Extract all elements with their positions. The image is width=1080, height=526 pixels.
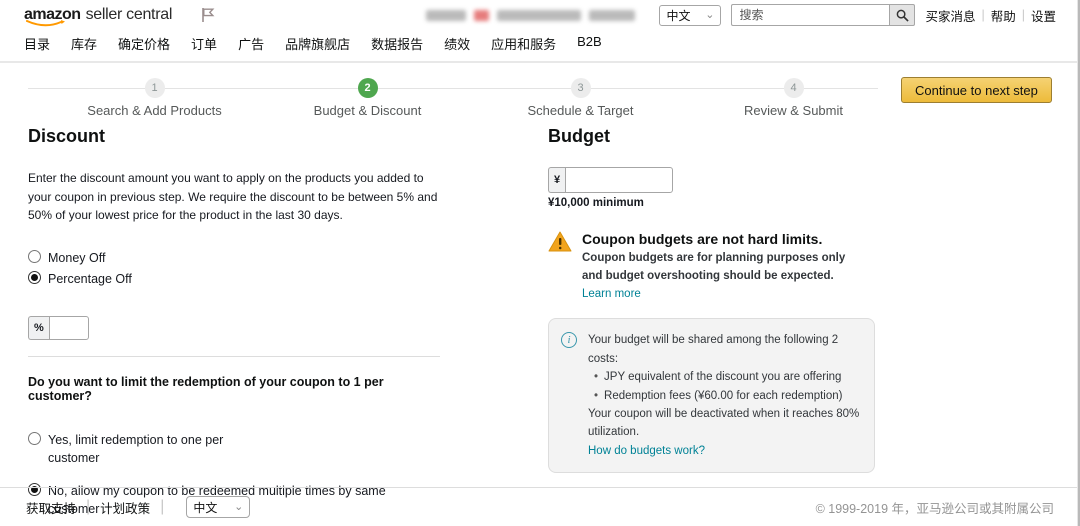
top-header: amazon seller central 中文 ⌄ bbox=[0, 0, 1080, 30]
footer: 获取支持 | 计划政策 | 中文 ⌄ © 1999-2019 年，亚马逊公司或其… bbox=[0, 487, 1080, 526]
step-budget-discount: 2 Budget & Discount bbox=[261, 78, 474, 118]
progress-steps: 1 Search & Add Products 2 Budget & Disco… bbox=[48, 78, 900, 118]
info-icon: i bbox=[561, 332, 577, 348]
search-button[interactable] bbox=[889, 4, 915, 26]
budget-title: Budget bbox=[548, 126, 875, 147]
continue-next-step-button[interactable]: Continue to next step bbox=[901, 77, 1052, 103]
nav-item-orders[interactable]: 订单 bbox=[191, 34, 217, 53]
budget-info-box: i Your budget will be shared among the f… bbox=[548, 318, 875, 473]
redacted-account-info bbox=[426, 10, 635, 21]
nav-item-stores[interactable]: 品牌旗舰店 bbox=[285, 34, 350, 53]
step-3-label: Schedule & Target bbox=[528, 103, 634, 118]
redemption-question: Do you want to limit the redemption of y… bbox=[28, 375, 448, 403]
divider: | bbox=[86, 498, 90, 516]
how-do-budgets-work-link[interactable]: How do budgets work? bbox=[588, 445, 705, 457]
section-divider bbox=[28, 356, 440, 357]
radio-limit-yes[interactable]: Yes, limit redemption to one per custome… bbox=[28, 431, 448, 467]
budget-warning: Coupon budgets are not hard limits. Coup… bbox=[548, 231, 875, 303]
warning-body: Coupon budgets are for planning purposes… bbox=[582, 250, 850, 303]
radio-icon[interactable] bbox=[28, 271, 41, 284]
nav-item-advertising[interactable]: 广告 bbox=[238, 34, 264, 53]
nav-item-inventory[interactable]: 库存 bbox=[71, 34, 97, 53]
nav-item-catalog[interactable]: 目录 bbox=[24, 34, 50, 53]
divider: | bbox=[160, 498, 164, 516]
search-input[interactable] bbox=[731, 4, 889, 26]
divider: | bbox=[1022, 8, 1025, 22]
get-support-link[interactable]: 获取支持 bbox=[26, 498, 76, 517]
radio-label: Money Off bbox=[48, 249, 105, 267]
warning-title: Coupon budgets are not hard limits. bbox=[582, 231, 850, 247]
learn-more-link[interactable]: Learn more bbox=[582, 288, 641, 300]
nav-item-b2b[interactable]: B2B bbox=[577, 34, 602, 53]
amazon-smile-icon bbox=[26, 20, 66, 28]
radio-label: Percentage Off bbox=[48, 270, 132, 288]
nav-item-performance[interactable]: 绩效 bbox=[444, 34, 470, 53]
discount-title: Discount bbox=[28, 126, 448, 147]
nav-item-apps-services[interactable]: 应用和服务 bbox=[491, 34, 556, 53]
warning-triangle-icon bbox=[548, 231, 572, 253]
amazon-wordmark: amazon bbox=[24, 6, 81, 24]
footer-language-select[interactable]: 中文 ⌄ bbox=[186, 496, 250, 518]
help-link[interactable]: 帮助 bbox=[991, 6, 1016, 25]
search-icon bbox=[896, 9, 909, 22]
seller-central-label: seller central bbox=[86, 6, 173, 24]
budget-amount-input[interactable] bbox=[565, 167, 673, 193]
percent-off-input[interactable] bbox=[49, 316, 89, 340]
radio-icon[interactable] bbox=[28, 432, 41, 445]
step-search-add-products: 1 Search & Add Products bbox=[48, 78, 261, 118]
discount-type-radiogroup: Money Off Percentage Off bbox=[28, 249, 448, 288]
marketplace-flag-icon[interactable] bbox=[200, 7, 215, 23]
divider: | bbox=[981, 8, 984, 22]
buyer-messages-link[interactable]: 买家消息 bbox=[925, 6, 975, 25]
discount-description: Enter the discount amount you want to ap… bbox=[28, 169, 448, 225]
radio-money-off[interactable]: Money Off bbox=[28, 249, 448, 267]
step-review-submit: 4 Review & Submit bbox=[687, 78, 900, 118]
step-3-dot[interactable]: 3 bbox=[571, 78, 591, 98]
settings-link[interactable]: 设置 bbox=[1031, 6, 1056, 25]
step-2-label: Budget & Discount bbox=[314, 103, 422, 118]
budget-section: Budget ¥ ¥10,000 minimum Coupon budgets … bbox=[548, 118, 875, 473]
info-bullet: JPY equivalent of the discount you are o… bbox=[594, 368, 862, 386]
step-4-dot[interactable]: 4 bbox=[784, 78, 804, 98]
discount-section: Discount Enter the discount amount you w… bbox=[28, 118, 448, 519]
step-1-label: Search & Add Products bbox=[87, 103, 221, 118]
step-4-label: Review & Submit bbox=[744, 103, 843, 118]
percent-input-group: % bbox=[28, 316, 448, 340]
budget-input-group: ¥ bbox=[548, 167, 875, 193]
nav-item-pricing[interactable]: 确定价格 bbox=[118, 34, 170, 53]
copyright-text: © 1999-2019 年，亚马逊公司或其附属公司 bbox=[816, 498, 1054, 517]
info-bullet-list: JPY equivalent of the discount you are o… bbox=[594, 368, 862, 405]
radio-icon[interactable] bbox=[28, 250, 41, 263]
step-2-dot[interactable]: 2 bbox=[358, 78, 378, 98]
step-schedule-target: 3 Schedule & Target bbox=[474, 78, 687, 118]
budget-minimum-note: ¥10,000 minimum bbox=[548, 197, 875, 209]
header-search bbox=[731, 4, 915, 26]
radio-label: Yes, limit redemption to one per custome… bbox=[48, 431, 263, 467]
seller-central-logo[interactable]: amazon seller central bbox=[24, 6, 172, 24]
info-intro: Your budget will be shared among the fol… bbox=[588, 331, 862, 368]
program-policies-link[interactable]: 计划政策 bbox=[100, 498, 150, 517]
info-bullet: Redemption fees (¥60.00 for each redempt… bbox=[594, 387, 862, 405]
radio-percentage-off[interactable]: Percentage Off bbox=[28, 270, 448, 288]
step-1-dot[interactable]: 1 bbox=[145, 78, 165, 98]
header-language-select[interactable]: 中文 ⌄ bbox=[659, 5, 721, 26]
nav-item-reports[interactable]: 数据报告 bbox=[371, 34, 423, 53]
percent-prefix: % bbox=[28, 316, 49, 340]
nav-divider bbox=[0, 61, 1080, 63]
info-note: Your coupon will be deactivated when it … bbox=[588, 405, 862, 442]
currency-prefix: ¥ bbox=[548, 167, 565, 193]
main-nav: 目录 库存 确定价格 订单 广告 品牌旗舰店 数据报告 绩效 应用和服务 B2B bbox=[0, 30, 1080, 61]
